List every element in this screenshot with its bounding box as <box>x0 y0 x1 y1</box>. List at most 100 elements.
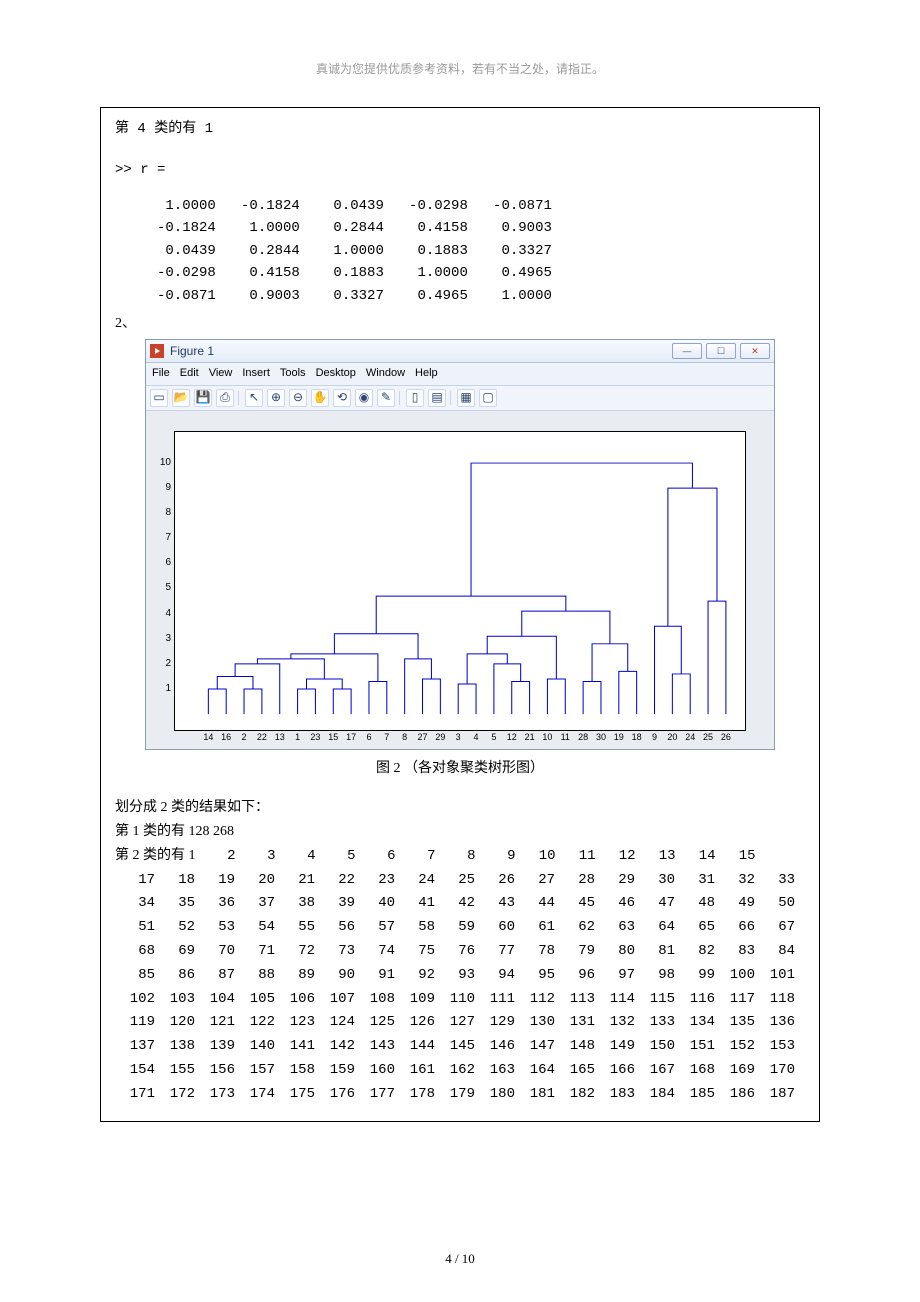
num-cell: 142 <box>315 1035 355 1059</box>
new-file-icon[interactable]: ▭ <box>150 389 168 407</box>
num-cell: 12 <box>596 845 636 869</box>
minimize-button[interactable]: — <box>672 343 702 359</box>
num-cell: 102 <box>115 988 155 1012</box>
num-cell: 50 <box>755 892 795 916</box>
num-cell: 133 <box>635 1011 675 1035</box>
num-cell: 69 <box>155 940 195 964</box>
num-cell: 100 <box>715 964 755 988</box>
class2-prefix: 第 2 类的有 1 <box>115 848 196 863</box>
num-cell: 15 <box>716 845 756 869</box>
num-cell: 122 <box>235 1011 275 1035</box>
num-cell: 41 <box>395 892 435 916</box>
rotate-icon[interactable]: ⟲ <box>333 389 351 407</box>
num-cell: 110 <box>435 988 475 1012</box>
menu-desktop[interactable]: Desktop <box>316 365 356 383</box>
y-tick: 2 <box>157 656 171 672</box>
pan-icon[interactable]: ✋ <box>311 389 329 407</box>
x-leaf-label: 30 <box>596 730 606 744</box>
x-leaf-label: 1 <box>295 730 300 744</box>
axes-icon[interactable]: ▢ <box>479 389 497 407</box>
num-cell: 14 <box>676 845 716 869</box>
menu-help[interactable]: Help <box>415 365 438 383</box>
class2-row: 1718192021222324252627282930313233 <box>115 869 805 893</box>
num-cell: 152 <box>715 1035 755 1059</box>
num-cell: 78 <box>515 940 555 964</box>
num-cell: 17 <box>115 869 155 893</box>
num-cell: 47 <box>635 892 675 916</box>
num-cell: 112 <box>515 988 555 1012</box>
section-2-label: 2、 <box>115 313 805 335</box>
num-cell: 125 <box>355 1011 395 1035</box>
num-cell: 18 <box>155 869 195 893</box>
num-cell: 86 <box>155 964 195 988</box>
num-cell: 95 <box>515 964 555 988</box>
save-icon[interactable]: 💾 <box>194 389 212 407</box>
x-leaf-label: 26 <box>721 730 731 744</box>
num-cell: 96 <box>555 964 595 988</box>
num-cell: 134 <box>675 1011 715 1035</box>
num-cell: 174 <box>235 1083 275 1107</box>
menu-tools[interactable]: Tools <box>280 365 306 383</box>
maximize-button[interactable]: ☐ <box>706 343 736 359</box>
datatip-icon[interactable]: ◉ <box>355 389 373 407</box>
y-tick: 8 <box>157 505 171 521</box>
num-cell: 141 <box>275 1035 315 1059</box>
num-cell: 113 <box>555 988 595 1012</box>
num-cell: 29 <box>595 869 635 893</box>
legend-icon[interactable]: ▤ <box>428 389 446 407</box>
layout-icon[interactable]: ▦ <box>457 389 475 407</box>
menu-view[interactable]: View <box>209 365 233 383</box>
num-cell: 76 <box>435 940 475 964</box>
pointer-icon[interactable]: ↖ <box>245 389 263 407</box>
menu-insert[interactable]: Insert <box>242 365 270 383</box>
num-cell: 90 <box>315 964 355 988</box>
zoom-in-icon[interactable]: ⊕ <box>267 389 285 407</box>
colorbar-icon[interactable]: ▯ <box>406 389 424 407</box>
num-cell: 119 <box>115 1011 155 1035</box>
num-cell: 43 <box>475 892 515 916</box>
x-leaf-label: 7 <box>384 730 389 744</box>
num-cell: 137 <box>115 1035 155 1059</box>
num-cell: 84 <box>755 940 795 964</box>
num-cell: 132 <box>595 1011 635 1035</box>
class2-row: 6869707172737475767778798081828384 <box>115 940 805 964</box>
num-cell: 10 <box>516 845 556 869</box>
x-leaf-label: 9 <box>652 730 657 744</box>
x-leaf-label: 5 <box>491 730 496 744</box>
num-cell: 161 <box>395 1059 435 1083</box>
num-cell: 179 <box>435 1083 475 1107</box>
class2-number-grid: 第 2 类的有 12345678910111213141517181920212… <box>115 844 805 1107</box>
num-cell: 62 <box>555 916 595 940</box>
r-correlation-matrix: 1.0000 -0.1824 0.0439 -0.0298 -0.0871 -0… <box>115 195 805 307</box>
num-cell: 120 <box>155 1011 195 1035</box>
menu-window[interactable]: Window <box>366 365 405 383</box>
num-cell: 65 <box>675 916 715 940</box>
x-leaf-label: 10 <box>542 730 552 744</box>
num-cell: 106 <box>275 988 315 1012</box>
num-cell: 30 <box>635 869 675 893</box>
num-cell: 53 <box>195 916 235 940</box>
dendrogram-svg <box>175 432 745 730</box>
toolbar-separator <box>450 391 453 405</box>
zoom-out-icon[interactable]: ⊖ <box>289 389 307 407</box>
num-cell: 27 <box>515 869 555 893</box>
menu-edit[interactable]: Edit <box>180 365 199 383</box>
num-cell: 59 <box>435 916 475 940</box>
close-button[interactable]: ✕ <box>740 343 770 359</box>
menu-file[interactable]: File <box>152 365 170 383</box>
class2-row: 858687888990919293949596979899100101 <box>115 964 805 988</box>
x-leaf-label: 25 <box>703 730 713 744</box>
num-cell: 5 <box>316 845 356 869</box>
num-cell: 91 <box>355 964 395 988</box>
class2-row: 1021031041051061071081091101111121131141… <box>115 988 805 1012</box>
axes: 1234567891014162221312315176782729345122… <box>174 431 746 731</box>
num-cell: 23 <box>355 869 395 893</box>
num-cell: 187 <box>755 1083 795 1107</box>
brush-icon[interactable]: ✎ <box>377 389 395 407</box>
num-cell: 73 <box>315 940 355 964</box>
num-cell: 99 <box>675 964 715 988</box>
x-leaf-label: 13 <box>275 730 285 744</box>
print-icon[interactable]: ⎙ <box>216 389 234 407</box>
x-leaf-label: 18 <box>632 730 642 744</box>
open-icon[interactable]: 📂 <box>172 389 190 407</box>
